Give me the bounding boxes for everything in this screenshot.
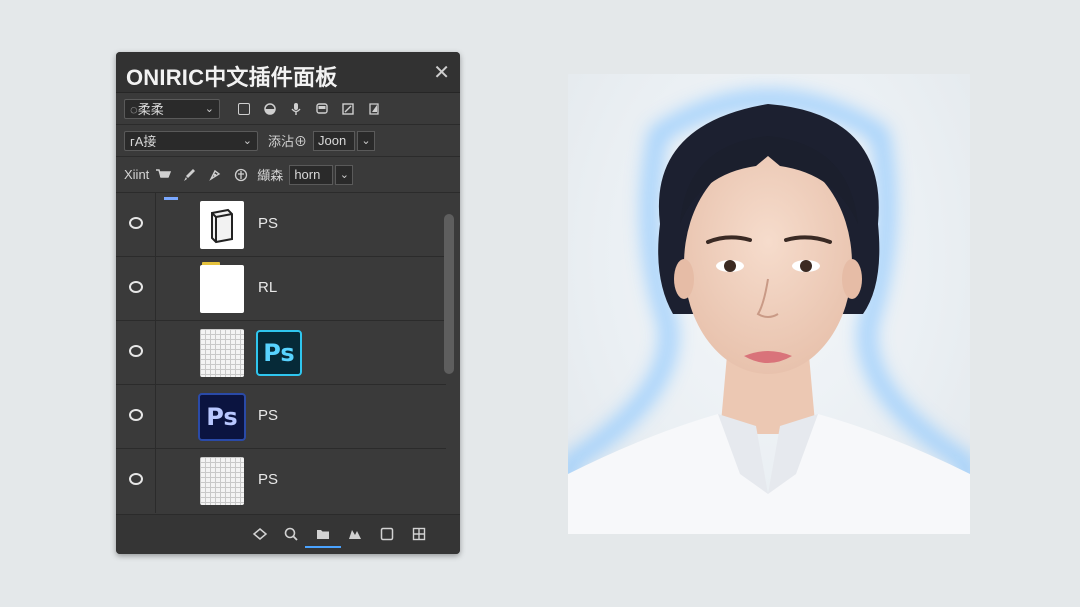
eye-icon[interactable]	[129, 409, 143, 421]
mode-select-value: horn	[294, 167, 321, 182]
document-icon	[211, 208, 233, 244]
close-icon[interactable]: ✕	[433, 60, 450, 85]
visibility-column	[116, 321, 156, 384]
font-select-value: Joon	[318, 133, 347, 148]
photoshop-icon: Ps	[256, 330, 302, 376]
blend-mode-select[interactable]: ◌柔柔 ⌄	[124, 98, 220, 119]
image-frame-icon[interactable]	[340, 101, 356, 117]
microphone-icon[interactable]	[288, 101, 304, 117]
chevron-down-icon[interactable]: ⌄	[357, 130, 376, 151]
layer-style-value: ᴦA接	[130, 134, 157, 149]
mode-select[interactable]: horn	[289, 164, 334, 185]
font-select[interactable]: Joon	[313, 130, 356, 151]
layer-scrollbar[interactable]	[444, 208, 456, 508]
layer-row[interactable]: Ps	[116, 321, 446, 385]
xiint-label: Xiint	[124, 167, 150, 182]
layer-thumbnail	[200, 201, 244, 249]
bus-icon[interactable]	[314, 101, 330, 117]
toolbar-row-2: ᴦA接 ⌄ 添沾⊕ Joon ⌄	[116, 125, 460, 157]
scrollbar-thumb[interactable]	[444, 214, 454, 374]
visibility-column	[116, 193, 156, 256]
visibility-column	[116, 257, 156, 320]
folder-icon[interactable]	[314, 525, 332, 543]
state-label: 纈森	[257, 168, 284, 183]
link-indicator	[164, 197, 178, 200]
photoshop-icon: Ps	[198, 393, 246, 441]
pen-icon[interactable]	[207, 167, 223, 183]
panel-bottom-bar	[116, 514, 460, 554]
chevron-down-icon: ⌄	[204, 102, 214, 115]
portrait-photo	[568, 74, 970, 534]
fill-icon[interactable]	[251, 525, 269, 543]
balance-icon[interactable]	[233, 167, 249, 183]
search-icon[interactable]	[282, 525, 300, 543]
toolbar-row-1: ◌柔柔 ⌄	[116, 93, 460, 125]
panel-titlebar: ONIRIC中文插件面板 ✕	[116, 52, 460, 93]
square-icon[interactable]	[378, 525, 396, 543]
visibility-column	[116, 449, 156, 513]
add-label[interactable]: 添沾⊕	[268, 131, 307, 150]
layer-name: PS	[258, 215, 279, 232]
layer-thumbnail	[200, 457, 244, 505]
layer-name: PS	[258, 407, 279, 424]
portrait-illustration	[568, 91, 970, 534]
layer-name: RL	[258, 279, 278, 296]
eye-icon[interactable]	[129, 281, 143, 293]
layer-row[interactable]: RL	[116, 257, 446, 321]
panel-title: ONIRIC中文插件面板	[126, 65, 338, 90]
visibility-column	[116, 385, 156, 448]
layer-row[interactable]: PS	[116, 449, 446, 513]
mask-icon[interactable]	[346, 525, 364, 543]
layer-thumbnail	[200, 329, 244, 377]
layer-name: PS	[258, 471, 279, 488]
half-circle-icon[interactable]	[262, 101, 278, 117]
cart-icon[interactable]	[155, 167, 172, 183]
layer-style-select[interactable]: ᴦA接 ⌄	[124, 130, 258, 151]
layer-row[interactable]: Ps PS	[116, 385, 446, 449]
layer-thumbnail	[200, 265, 244, 313]
page-corner-icon[interactable]	[366, 101, 382, 117]
brush-icon[interactable]	[181, 167, 197, 183]
grid-icon[interactable]	[410, 525, 428, 543]
plugin-panel: ONIRIC中文插件面板 ✕ ◌柔柔 ⌄ ᴦA接 ⌄ 添沾⊕ Joon ⌄ Xi…	[116, 52, 460, 554]
chevron-down-icon[interactable]: ⌄	[335, 164, 354, 185]
layer-list: PS RL Ps Ps PS PS	[116, 193, 446, 515]
layer-row[interactable]: PS	[116, 193, 446, 257]
chevron-down-icon: ⌄	[242, 134, 252, 147]
active-indicator	[305, 546, 341, 548]
blend-mode-value: ◌柔柔	[130, 102, 164, 117]
toolbar-row-3: Xiint 纈森 horn ⌄	[116, 157, 460, 193]
eye-icon[interactable]	[129, 217, 143, 229]
eye-icon[interactable]	[129, 473, 143, 485]
eye-icon[interactable]	[129, 345, 143, 357]
frame-icon[interactable]	[236, 101, 252, 117]
